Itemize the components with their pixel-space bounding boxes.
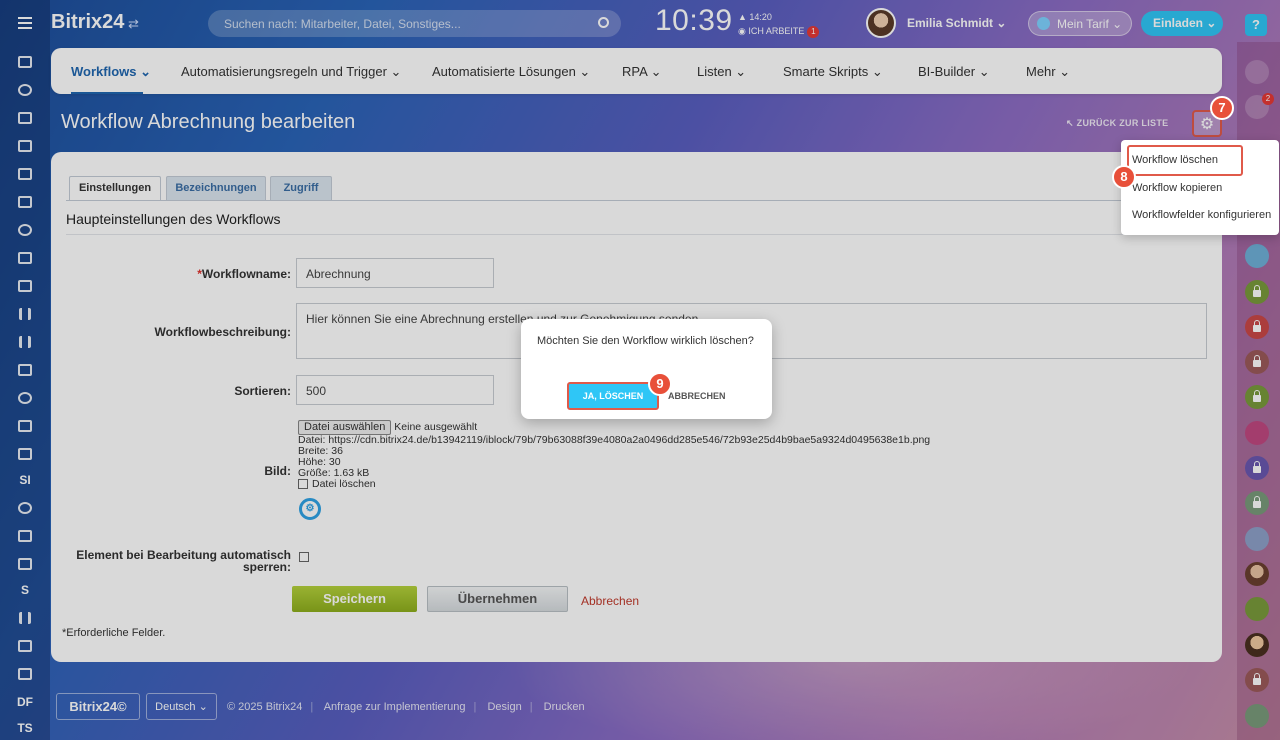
dialog-message: Möchten Sie den Workflow wirklich lösche… — [537, 335, 754, 347]
menu-item-configure-fields[interactable]: Workflowfelder konfigurieren — [1132, 209, 1271, 221]
step-marker-7: 7 — [1210, 96, 1234, 120]
menu-item-delete-workflow[interactable]: Workflow löschen — [1132, 154, 1218, 166]
dialog-cancel-button[interactable]: ABBRECHEN — [668, 391, 726, 401]
confirm-delete-button[interactable]: JA, LÖSCHEN — [567, 382, 659, 410]
step-marker-8: 8 — [1112, 165, 1136, 189]
step-marker-9: 9 — [648, 372, 672, 396]
gear-dropdown-menu: Workflow löschen Workflow kopieren Workf… — [1121, 140, 1279, 235]
confirm-delete-dialog: Möchten Sie den Workflow wirklich lösche… — [521, 319, 772, 419]
menu-item-copy-workflow[interactable]: Workflow kopieren — [1132, 182, 1222, 194]
